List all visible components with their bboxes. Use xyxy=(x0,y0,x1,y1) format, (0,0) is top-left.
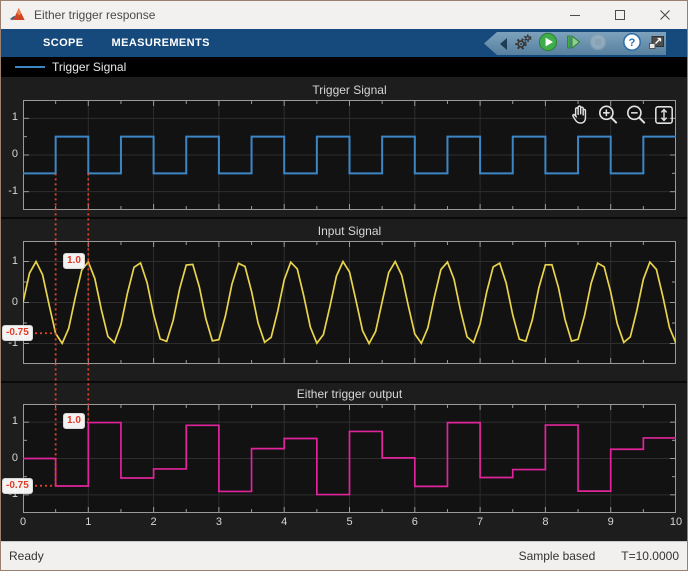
scope-window: Either trigger response SCOPE MEASUREMEN… xyxy=(0,0,688,571)
step-forward-button[interactable] xyxy=(563,33,583,55)
legend-line-sample xyxy=(15,66,45,68)
stop-button[interactable] xyxy=(588,33,608,55)
y-tick-label: 1 xyxy=(1,415,18,427)
cursor-value-label-input-min: -0.75 xyxy=(2,325,33,341)
y-tick-label: -1 xyxy=(1,185,18,197)
gears-icon xyxy=(513,32,533,55)
simulation-settings-button[interactable] xyxy=(513,33,533,55)
tab-measurements-label: MEASUREMENTS xyxy=(112,37,210,49)
panel-title-input: Input Signal xyxy=(23,224,676,238)
ribbon-toolbar: SCOPE MEASUREMENTS xyxy=(1,29,687,57)
cursor-value-label-output-max: 1.0 xyxy=(63,413,85,429)
window-title: Either trigger response xyxy=(34,8,155,22)
fit-to-view-button[interactable] xyxy=(651,104,676,129)
close-button[interactable] xyxy=(642,1,687,29)
fit-to-view-icon xyxy=(652,103,676,130)
axes-hover-toolbar xyxy=(567,104,676,129)
help-button[interactable]: ? xyxy=(622,33,642,55)
cursor-value-label-output-min: -0.75 xyxy=(2,478,33,494)
tab-measurements[interactable]: MEASUREMENTS xyxy=(98,29,224,57)
panel-title-trigger: Trigger Signal xyxy=(23,83,676,97)
zoom-in-button[interactable] xyxy=(595,104,620,129)
x-tick-label: 5 xyxy=(339,516,361,528)
zoom-out-button[interactable] xyxy=(623,104,648,129)
y-tick-label: 1 xyxy=(1,111,18,123)
cursor-value-label-input-max: 1.0 xyxy=(63,253,85,269)
matlab-logo-icon xyxy=(9,6,27,24)
collapse-arrow-icon[interactable] xyxy=(500,38,507,50)
titlebar: Either trigger response xyxy=(1,1,687,29)
zoom-in-icon xyxy=(596,103,620,130)
svg-text:?: ? xyxy=(629,37,636,49)
x-tick-label: 6 xyxy=(404,516,426,528)
panel-separator xyxy=(1,381,687,383)
tab-scope-label: SCOPE xyxy=(43,37,84,49)
x-tick-label: 2 xyxy=(143,516,165,528)
y-tick-label: 0 xyxy=(1,452,18,464)
x-tick-label: 10 xyxy=(665,516,687,528)
y-tick-label: 0 xyxy=(1,296,18,308)
dock-button[interactable] xyxy=(647,33,667,55)
status-sample-mode: Sample based xyxy=(519,549,596,563)
statusbar: Ready Sample based T=10.0000 xyxy=(1,541,687,570)
x-tick-label: 1 xyxy=(77,516,99,528)
y-tick-label: 0 xyxy=(1,148,18,160)
minimize-button[interactable] xyxy=(552,1,597,29)
pan-tool-button[interactable] xyxy=(567,104,592,129)
stop-icon xyxy=(588,32,608,55)
legend[interactable]: Trigger Signal xyxy=(1,57,687,77)
legend-item-label: Trigger Signal xyxy=(52,60,126,74)
x-tick-label: 3 xyxy=(208,516,230,528)
dock-window-icon xyxy=(647,32,667,55)
step-forward-icon xyxy=(563,32,583,55)
run-play-icon xyxy=(538,32,558,55)
tab-scope[interactable]: SCOPE xyxy=(29,29,98,57)
hand-icon xyxy=(568,103,592,130)
simulation-toolbar: ? xyxy=(484,32,666,55)
y-tick-label: 1 xyxy=(1,255,18,267)
x-tick-label: 8 xyxy=(534,516,556,528)
panel-separator xyxy=(1,217,687,219)
status-ready: Ready xyxy=(9,549,519,563)
window-controls xyxy=(552,1,687,29)
plot-canvas-2[interactable] xyxy=(23,241,676,364)
maximize-button[interactable] xyxy=(597,1,642,29)
x-tick-label: 9 xyxy=(600,516,622,528)
help-icon: ? xyxy=(622,32,642,55)
run-button[interactable] xyxy=(538,33,558,55)
panel-title-output: Either trigger output xyxy=(23,387,676,401)
zoom-out-icon xyxy=(624,103,648,130)
x-tick-label: 0 xyxy=(12,516,34,528)
x-tick-label: 4 xyxy=(273,516,295,528)
plot-canvas-3[interactable] xyxy=(23,404,676,513)
x-tick-label: 7 xyxy=(469,516,491,528)
status-sim-time: T=10.0000 xyxy=(621,549,679,563)
scope-display: Trigger Signal Trigger Signal Input Sign… xyxy=(1,57,687,541)
